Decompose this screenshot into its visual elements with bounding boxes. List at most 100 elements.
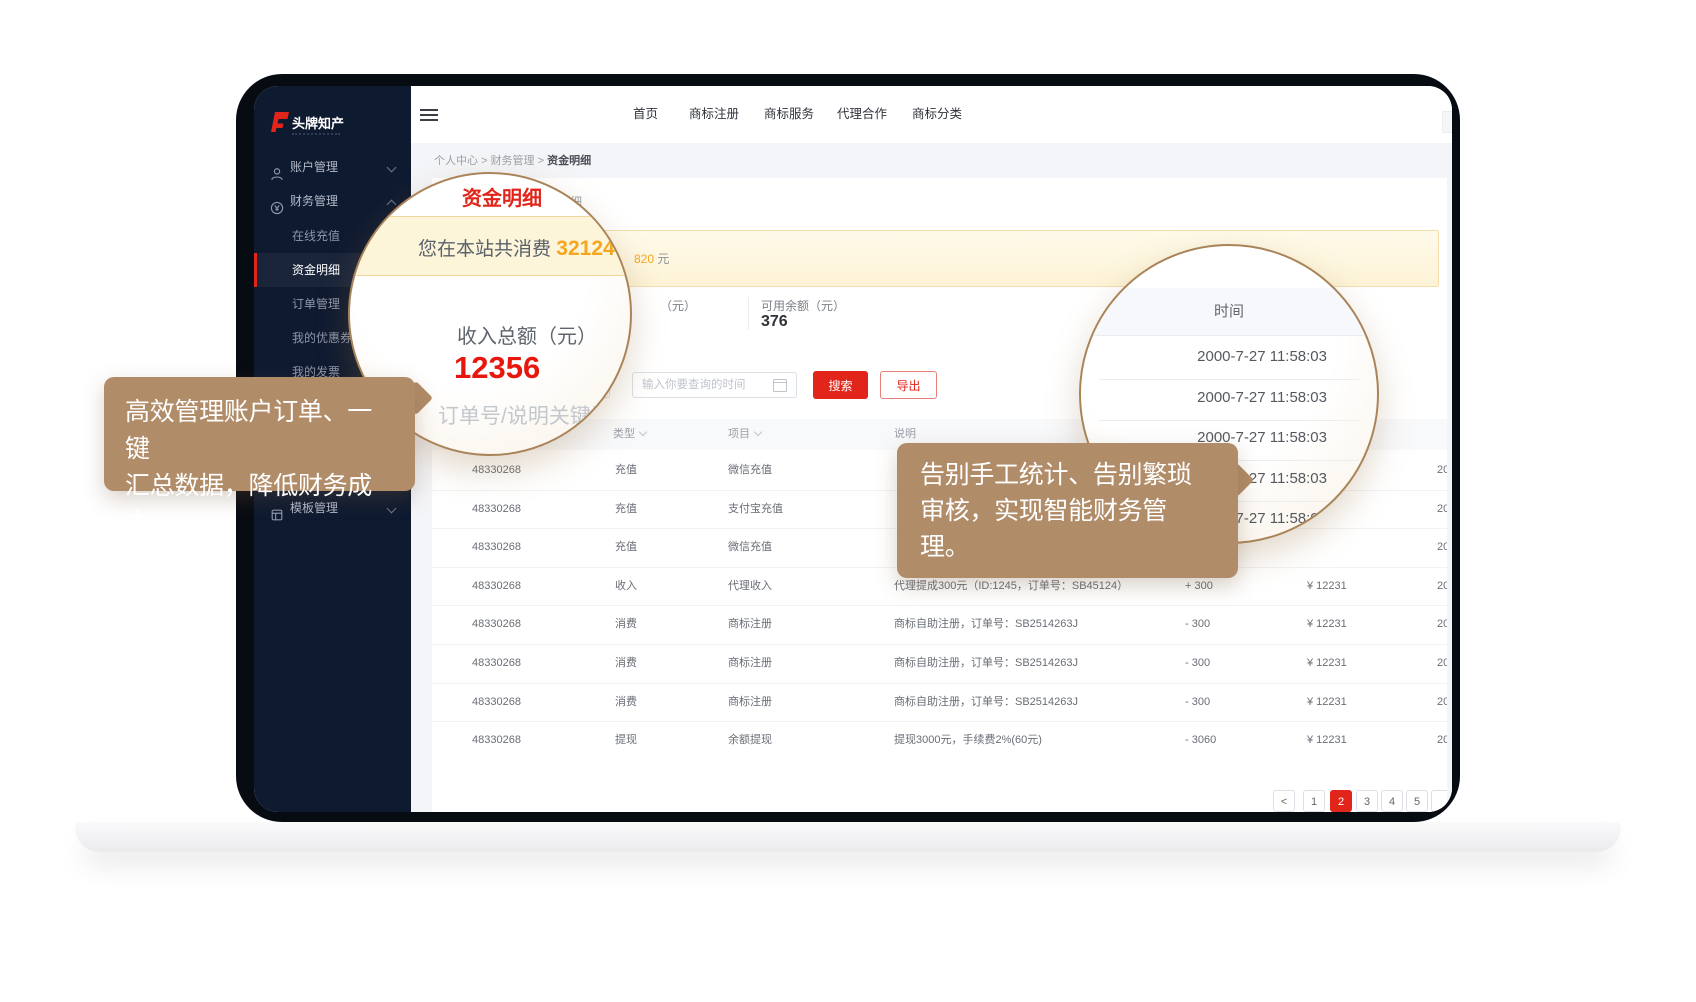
pagination-page-button-active[interactable]: 2 [1330, 790, 1352, 812]
pagination-page-button[interactable]: 5 [1406, 790, 1428, 812]
active-indicator [254, 253, 257, 287]
nav-item-trademark-service[interactable]: 商标服务 [764, 86, 814, 143]
cell-type: 充值 [615, 528, 637, 567]
breadcrumb-sep: > [538, 155, 544, 167]
cell-project: 商标注册 [728, 683, 772, 722]
cell-desc: 商标自助注册，订单号：SB2514263J [894, 683, 1078, 722]
callout-right: 告别手工统计、告别繁琐 审核，实现智能财务管 理。 [897, 443, 1238, 578]
sidebar-item-finance[interactable]: 财务管理 [254, 184, 411, 218]
nav-item-trademark-category[interactable]: 商标分类 [912, 86, 962, 143]
brand-subtext [292, 133, 340, 135]
cell-type: 充值 [615, 451, 637, 490]
magnified-page-title: 资金明细 [462, 182, 542, 211]
cell-amount: - 300 [1185, 605, 1210, 644]
breadcrumb-current: 资金明细 [547, 155, 591, 167]
sidebar-item-account[interactable]: 账户管理 [254, 150, 411, 184]
cell-desc: 提现3000元，手续费2%(60元) [894, 721, 1042, 760]
cell-balance: ¥ 12231 [1307, 567, 1347, 606]
row-separator [1099, 379, 1359, 380]
cell-time: 2000-7-27 11:58:03 [1437, 721, 1447, 760]
sidebar-item-label: 财务管理 [290, 184, 338, 218]
callout-left-line: 汇总数据，降低财务成本 [125, 468, 394, 542]
callout-right-line: 告别手工统计、告别繁琐 [920, 457, 1215, 493]
table-row[interactable]: 48330268 消费 商标注册 商标自助注册，订单号：SB2514263J -… [432, 605, 1447, 645]
brand-name: 头牌知产 [292, 113, 344, 132]
cell-order: 48330268 [472, 721, 521, 760]
top-navbar: 首页 商标注册 商标服务 代理合作 商标分类 [411, 86, 1452, 144]
cell-project: 商标注册 [728, 605, 772, 644]
cell-order: 48330268 [472, 644, 521, 683]
pagination-page-button[interactable]: 4 [1381, 790, 1403, 812]
export-button[interactable]: 导出 [880, 371, 937, 399]
banner-text: 820 元 [634, 250, 669, 267]
col-header-project[interactable]: 项目 [728, 419, 761, 450]
cell-time: 2000-7-27 11:58:03 [1437, 644, 1447, 683]
balance-label: 可用余额（元） [761, 297, 845, 314]
magnified-table-header: 时间 [1081, 288, 1377, 336]
search-button[interactable]: 搜索 [813, 371, 868, 399]
nav-item-home[interactable]: 首页 [633, 86, 658, 143]
cell-order: 48330268 [472, 683, 521, 722]
cell-order: 48330268 [472, 490, 521, 529]
breadcrumb-group[interactable]: 财务管理 [491, 155, 535, 167]
cell-order: 48330268 [472, 451, 521, 490]
table-row[interactable]: 48330268 消费 商标注册 商标自助注册，订单号：SB2514263J -… [432, 644, 1447, 684]
banner-amount: 820 [634, 252, 654, 266]
callout-left-line: 高效管理账户订单、一键 [125, 394, 394, 468]
banner-unit: 元 [657, 252, 669, 266]
cell-type: 充值 [615, 490, 637, 529]
cell-order: 48330268 [472, 567, 521, 606]
pagination-prev-button[interactable]: < [1273, 790, 1295, 812]
cell-balance: ¥ 12231 [1307, 683, 1347, 722]
table-row[interactable]: 48330268 消费 商标注册 商标自助注册，订单号：SB2514263J -… [432, 683, 1447, 723]
callout-right-line: 理。 [920, 529, 1215, 565]
cell-desc: 商标自助注册，订单号：SB2514263J [894, 644, 1078, 683]
pagination-page-button[interactable]: 1 [1303, 790, 1325, 812]
cell-time: 2000-7-27 11:58:03 [1437, 451, 1447, 490]
pagination-page-button[interactable]: 3 [1356, 790, 1378, 812]
magnified-time-header: 时间 [1081, 288, 1377, 335]
cell-balance: ¥ 12231 [1307, 644, 1347, 683]
nav-item-trademark-register[interactable]: 商标注册 [689, 86, 739, 143]
stat-label-fragment: （元） [660, 297, 696, 314]
magnified-income-label: 收入总额（元） [457, 320, 597, 349]
laptop-base [75, 822, 1621, 852]
balance-value: 376 [761, 313, 788, 331]
cell-time: 2000-7-27 11:58:03 [1437, 567, 1447, 606]
cell-time: 2000-7-27 11:58:03 [1437, 528, 1447, 567]
magnified-income-value: 12356 [454, 350, 540, 386]
cell-amount: - 300 [1185, 644, 1210, 683]
magnified-banner-number: 32124 [556, 237, 614, 260]
pagination-page-button-clipped[interactable] [1431, 790, 1447, 812]
global-search-input[interactable] [1442, 111, 1452, 133]
cell-type: 消费 [615, 644, 637, 683]
cell-balance: ¥ 12231 [1307, 721, 1347, 760]
callout-left: 高效管理账户订单、一键 汇总数据，降低财务成本 [104, 377, 415, 491]
chevron-down-icon [639, 428, 647, 436]
col-header-type[interactable]: 类型 [613, 419, 646, 450]
cell-project: 商标注册 [728, 644, 772, 683]
table-row[interactable]: 48330268 提现 余额提现 提现3000元，手续费2%(60元) - 30… [432, 721, 1447, 760]
cell-type: 收入 [615, 567, 637, 606]
cell-project: 微信充值 [728, 451, 772, 490]
hamburger-menu-icon[interactable] [420, 109, 438, 121]
row-separator [1099, 420, 1359, 421]
cell-type: 消费 [615, 605, 637, 644]
cell-amount: - 3060 [1185, 721, 1216, 760]
cell-type: 提现 [615, 721, 637, 760]
cell-balance: ¥ 12231 [1307, 605, 1347, 644]
magnified-keyword-placeholder: 订单号/说明关键词 [438, 400, 612, 430]
brand-logo-icon [268, 110, 292, 134]
cell-order: 48330268 [472, 528, 521, 567]
cell-project: 微信充值 [728, 528, 772, 567]
nav-item-agent-coop[interactable]: 代理合作 [837, 86, 887, 143]
breadcrumb: 个人中心 > 财务管理 > 资金明细 [434, 152, 591, 168]
magnified-time-value: 2000-7-27 11:58:03 [1141, 389, 1327, 406]
callout-right-line: 审核，实现智能财务管 [920, 493, 1215, 529]
cell-amount: - 300 [1185, 683, 1210, 722]
calendar-icon[interactable] [773, 379, 787, 392]
cell-time: 2000-7-27 11:58:03 [1437, 490, 1447, 529]
cell-project: 支付宝充值 [728, 490, 783, 529]
finance-icon [270, 194, 284, 208]
breadcrumb-home[interactable]: 个人中心 [434, 155, 478, 167]
